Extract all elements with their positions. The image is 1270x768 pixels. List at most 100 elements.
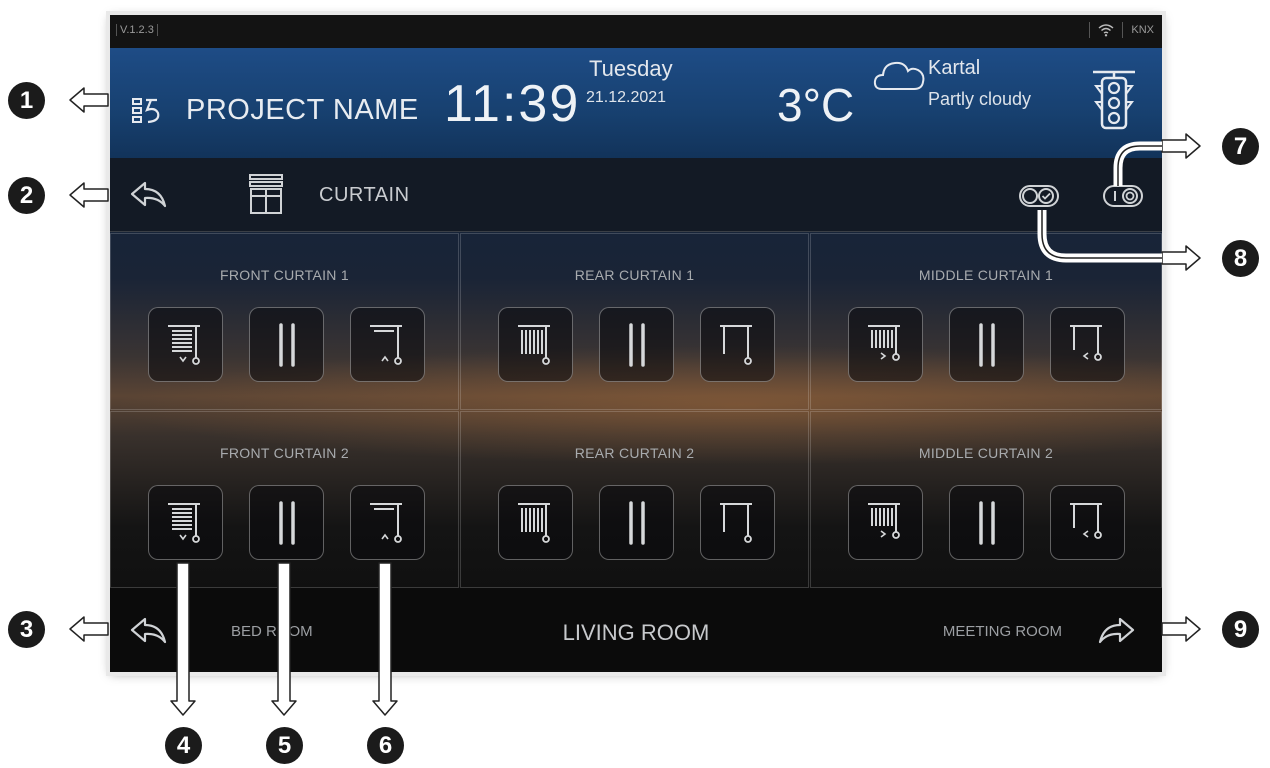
on-off-toggle-icon (1103, 185, 1143, 207)
curtain-open-left-icon (1069, 502, 1102, 539)
callout-badge: 6 (367, 727, 404, 764)
pause-icon (628, 500, 645, 545)
close-curtain-button[interactable] (148, 307, 223, 382)
rooms-menu-icon (132, 98, 160, 124)
open-curtain-button[interactable] (350, 307, 425, 382)
close-curtain-button[interactable] (848, 307, 923, 382)
curtain-open-up-icon (369, 502, 402, 543)
curtain-title: MIDDLE CURTAIN 1 (918, 267, 1054, 283)
back-button[interactable] (128, 180, 168, 215)
close-curtain-button[interactable] (498, 307, 573, 382)
curtain-card: REAR CURTAIN 2 (460, 411, 809, 588)
project-name: PROJECT NAME (186, 94, 419, 126)
pause-icon (278, 500, 295, 545)
curtain-open-vertical-icon (719, 324, 752, 365)
knx-label: KNX (1131, 24, 1154, 36)
curtain-open-left-icon (1069, 324, 1102, 361)
back-arrow-icon (130, 181, 167, 208)
close-curtain-button[interactable] (848, 485, 923, 560)
status-bar: V.1.2.3 KNX (110, 15, 1162, 48)
divider (1089, 22, 1091, 38)
arrow-2 (69, 182, 109, 208)
pause-icon (978, 500, 995, 545)
weekday: Tuesday (589, 56, 673, 81)
open-curtain-button[interactable] (350, 485, 425, 560)
curtain-title: FRONT CURTAIN 1 (220, 267, 349, 283)
close-curtain-button[interactable] (148, 485, 223, 560)
curtain-close-right-icon (867, 324, 900, 361)
callout-badge: 1 (8, 82, 45, 119)
next-room-label[interactable]: MEETING ROOM (943, 623, 1062, 640)
manual-illustration: V.1.2.3 KNX PROJECT NAME 11:39 Tuesday 2… (0, 0, 1270, 768)
arrow-7 (1161, 133, 1201, 159)
version-label: V.1.2.3 (116, 24, 158, 36)
power-toggle-button[interactable] (1103, 184, 1143, 213)
arrow-3 (69, 616, 109, 642)
pause-icon (628, 322, 645, 367)
curtain-card: MIDDLE CURTAIN 2 (810, 411, 1162, 588)
weather-city: Kartal (928, 57, 981, 79)
weather-condition: Partly cloudy (928, 89, 1032, 109)
pause-button[interactable] (249, 485, 324, 560)
wifi-icon (1098, 24, 1114, 37)
callout-badge: 5 (266, 727, 303, 764)
curtain-title: REAR CURTAIN 1 (574, 267, 695, 283)
forward-arrow-icon (1098, 617, 1135, 644)
status-indicators: KNX (1089, 22, 1154, 38)
pause-icon (278, 322, 295, 367)
pause-icon (978, 322, 995, 367)
touch-panel-screen: V.1.2.3 KNX PROJECT NAME 11:39 Tuesday 2… (110, 15, 1162, 672)
callout-badge: 8 (1222, 240, 1259, 277)
curtain-card: FRONT CURTAIN 1 (110, 233, 459, 410)
arrow-9 (1161, 616, 1201, 642)
pause-button[interactable] (599, 307, 674, 382)
curtain-close-right-icon (867, 502, 900, 539)
curtain-category-icon (248, 172, 284, 221)
scene-toggle-button[interactable] (1019, 184, 1059, 213)
traffic-light-icon (1093, 70, 1135, 130)
close-curtain-button[interactable] (498, 485, 573, 560)
curtain-title: REAR CURTAIN 2 (574, 445, 695, 461)
page-title: CURTAIN (319, 184, 410, 206)
arrow-8 (1161, 245, 1201, 271)
curtain-grid: FRONT CURTAIN 1 REAR CURTAIN 1 MIDDLE CU… (110, 233, 1162, 588)
open-curtain-button[interactable] (1050, 485, 1125, 560)
curtain-close-down-icon (167, 324, 200, 365)
check-toggle-icon (1019, 185, 1059, 207)
menu-button[interactable] (131, 95, 163, 132)
curtain-close-down-icon (167, 502, 200, 543)
pause-button[interactable] (249, 307, 324, 382)
arrow-1 (69, 87, 109, 113)
curtain-title: MIDDLE CURTAIN 2 (918, 445, 1054, 461)
cloud-icon (873, 61, 925, 90)
callout-badge: 2 (8, 177, 45, 214)
divider (1122, 22, 1124, 38)
next-room-button[interactable] (1097, 616, 1137, 651)
open-curtain-button[interactable] (1050, 307, 1125, 382)
pause-button[interactable] (599, 485, 674, 560)
header-bar: PROJECT NAME 11:39 Tuesday 21.12.2021 3°… (110, 48, 1162, 158)
callout-badge: 7 (1222, 128, 1259, 165)
clock: 11:39 (444, 75, 581, 133)
curtain-close-vertical-icon (517, 502, 550, 543)
open-curtain-button[interactable] (700, 307, 775, 382)
curtain-open-vertical-icon (719, 502, 752, 543)
traffic-light-button[interactable] (1090, 66, 1138, 137)
pause-button[interactable] (949, 307, 1024, 382)
room-navigation-bar: BED ROOM LIVING ROOM MEETING ROOM (110, 588, 1162, 672)
temperature: 3°C (777, 79, 855, 131)
callout-badge: 4 (165, 727, 202, 764)
curtain-card: MIDDLE CURTAIN 1 (810, 233, 1162, 410)
curtain-card: FRONT CURTAIN 2 (110, 411, 459, 588)
curtain-title: FRONT CURTAIN 2 (220, 445, 349, 461)
window-curtain-icon (249, 174, 283, 214)
date: 21.12.2021 (586, 89, 667, 106)
open-curtain-button[interactable] (700, 485, 775, 560)
callout-badge: 3 (8, 611, 45, 648)
curtain-close-vertical-icon (517, 324, 550, 365)
curtain-open-up-icon (369, 324, 402, 365)
callout-badge: 9 (1222, 611, 1259, 648)
pause-button[interactable] (949, 485, 1024, 560)
page-toolbar: CURTAIN (110, 158, 1162, 232)
curtain-card: REAR CURTAIN 1 (460, 233, 809, 410)
